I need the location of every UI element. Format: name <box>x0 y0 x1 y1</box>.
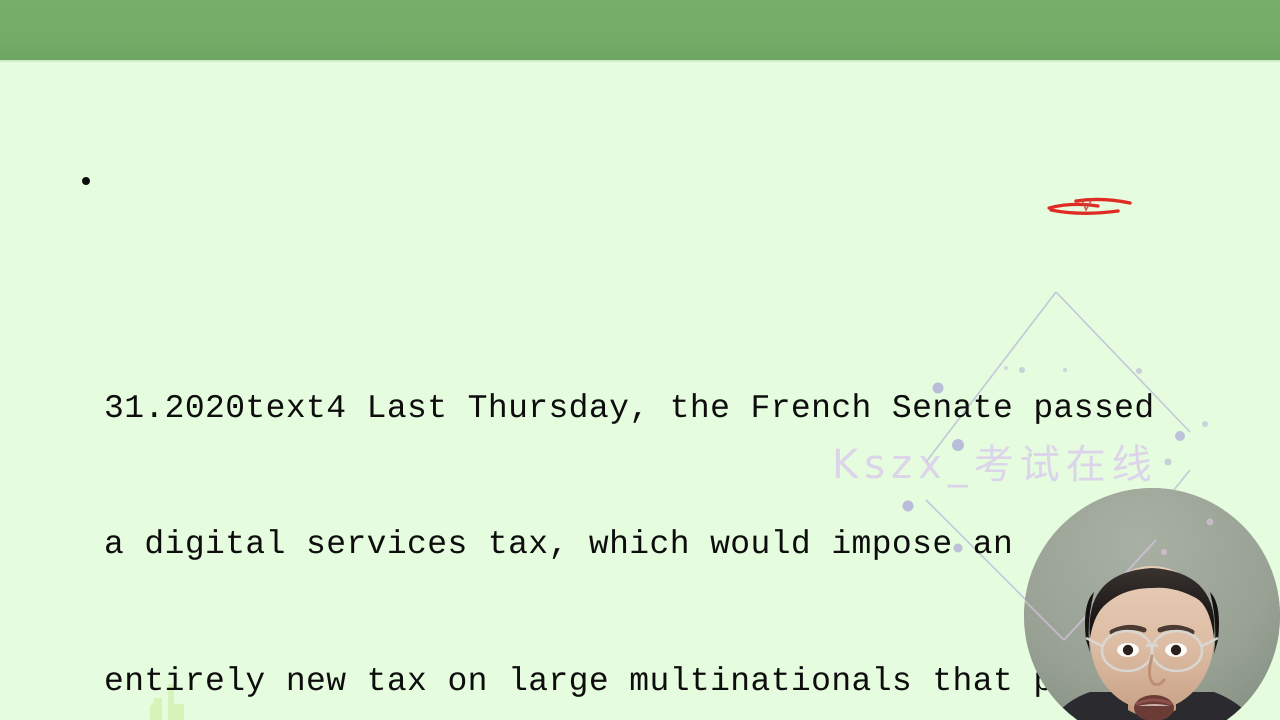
slide-header-banner-edge <box>0 60 1280 62</box>
bullet-point-icon <box>82 177 90 185</box>
paragraph-line: 31.2020text4 Last Thursday, the French S… <box>104 389 1155 427</box>
presentation-slide: Kszx_考试在线 31.2020text4 Last Thursday, th… <box>0 0 1280 720</box>
slide-header-banner <box>0 0 1280 60</box>
instructor-webcam-circle[interactable] <box>1024 488 1280 720</box>
webcam-video-frame <box>1024 488 1280 720</box>
